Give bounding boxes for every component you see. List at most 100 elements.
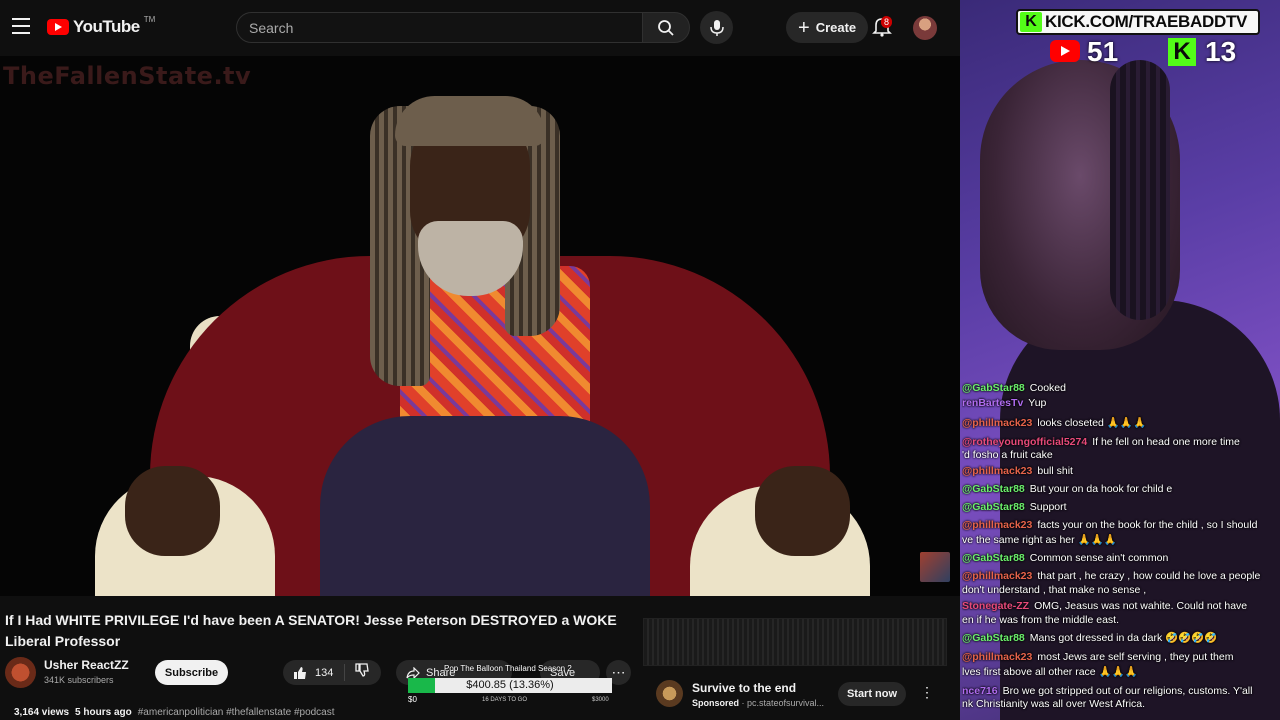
video-description-line[interactable]: 3,164 views 5 hours ago #americanpoliticia… bbox=[14, 707, 335, 718]
youtube-viewer-count: 51 bbox=[1087, 36, 1119, 67]
streamer-hair bbox=[1110, 60, 1170, 320]
create-button[interactable]: + Create bbox=[786, 12, 869, 43]
chat-username: @phillmack23 bbox=[962, 570, 1033, 582]
like-dislike-group: 134 bbox=[283, 660, 381, 685]
chat-message: 'd fosho a fruit cake bbox=[962, 449, 1280, 462]
chat-username: @GabStar88 bbox=[962, 483, 1025, 495]
video-hashtags[interactable]: #americanpolitician #thefallenstate #pod… bbox=[138, 707, 335, 718]
goal-progress-bar: $400.85 (13.36%) bbox=[408, 678, 612, 693]
like-button[interactable]: 134 bbox=[283, 664, 345, 681]
chat-text: looks closeted 🙏🙏🙏 bbox=[1037, 417, 1147, 429]
youtube-header: YouTube TM Search + Create 8 bbox=[0, 0, 960, 56]
view-count: 3,164 views bbox=[14, 707, 70, 718]
ad-logo[interactable] bbox=[656, 680, 683, 707]
chat-text: bull shit bbox=[1037, 465, 1073, 477]
chat-overlay: @GabStar88 Cooked renBartesTv Yup @phillmack… bbox=[962, 380, 1280, 720]
chat-text: But your on da hook for child e bbox=[1029, 483, 1173, 495]
chat-message: @phillmack23 that part , he crazy , how c… bbox=[962, 570, 1280, 583]
like-count: 134 bbox=[315, 666, 334, 679]
scene-hand-right bbox=[755, 466, 850, 556]
video-watermark: TheFallenState.tv bbox=[3, 62, 252, 90]
ad-banner-image[interactable] bbox=[643, 618, 947, 666]
menu-icon[interactable] bbox=[12, 18, 30, 36]
ad-start-now-button[interactable]: Start now bbox=[838, 682, 906, 706]
goal-amount: $400.85 (13.36%) bbox=[466, 679, 554, 691]
kick-logo-icon: K bbox=[1020, 12, 1042, 32]
chat-message: en if he was from the middle east. bbox=[962, 614, 1280, 627]
youtube-logo-tm: TM bbox=[143, 14, 156, 24]
goal-title: Pop The Balloon Thailand Season 2 bbox=[444, 664, 572, 673]
chat-text: nk Christianity was all over West Africa… bbox=[962, 698, 1146, 710]
chat-text: Bro we got stripped out of our religions… bbox=[1002, 685, 1253, 697]
chat-message: @GabStar88 Support bbox=[962, 501, 1280, 514]
channel-name[interactable]: Usher ReactZZ bbox=[44, 658, 129, 672]
youtube-logo[interactable]: YouTube TM bbox=[47, 14, 156, 37]
chat-message: nk Christianity was all over West Africa… bbox=[962, 698, 1280, 711]
chat-username: nce716 bbox=[962, 685, 998, 697]
chat-message: @GabStar88 But your on da hook for child … bbox=[962, 483, 1280, 496]
chat-message: lves first above all other race 🙏🙏🙏 bbox=[962, 666, 1280, 679]
chat-text: facts your on the book for the child , s… bbox=[1037, 519, 1258, 531]
goal-days-label: 16 DAYS TO GO bbox=[482, 697, 528, 703]
chat-message: @phillmack23 looks closeted 🙏🙏🙏 bbox=[962, 417, 1280, 430]
chat-username: Stonegate-ZZ bbox=[962, 600, 1030, 612]
video-title: If I Had WHITE PRIVILEGE I'd have been A… bbox=[5, 612, 617, 649]
account-avatar[interactable] bbox=[913, 16, 937, 40]
chat-text: OMG, Jeasus was not wahite. Could not ha… bbox=[1034, 600, 1248, 612]
youtube-logo-text: YouTube bbox=[73, 17, 140, 36]
video-corner-thumbnail[interactable] bbox=[920, 552, 950, 582]
chat-username: @phillmack23 bbox=[962, 417, 1033, 429]
youtube-viewers-icon bbox=[1050, 40, 1080, 62]
chat-username: @phillmack23 bbox=[962, 651, 1033, 663]
ad-sponsor-line: Sponsored · pc.stateofsurvival... bbox=[692, 698, 825, 708]
share-icon bbox=[406, 666, 420, 679]
chat-text: Support bbox=[1029, 501, 1067, 513]
youtube-window: YouTube TM Search + Create 8 TheFallenSt… bbox=[0, 0, 960, 720]
voice-search-button[interactable] bbox=[700, 11, 733, 44]
kick-viewers-icon: K bbox=[1168, 38, 1196, 66]
chat-message: Stonegate-ZZ OMG, Jeasus was not wahite. … bbox=[962, 600, 1280, 613]
goal-min-label: $0 bbox=[408, 695, 417, 704]
chat-username: @GabStar88 bbox=[962, 552, 1025, 564]
thumbs-down-icon bbox=[355, 663, 369, 677]
ad-domain: pc.stateofsurvival... bbox=[747, 698, 825, 708]
dislike-button[interactable] bbox=[345, 663, 369, 682]
chat-message: @phillmack23 bull shit bbox=[962, 465, 1280, 478]
chat-username: @rotheyoungofficial5274 bbox=[962, 436, 1088, 448]
chat-text: 'd fosho a fruit cake bbox=[962, 449, 1053, 461]
chat-text: most Jews are self serving , they put th… bbox=[1037, 651, 1234, 663]
subscribe-button[interactable]: Subscribe bbox=[155, 660, 228, 685]
create-label: Create bbox=[815, 20, 857, 35]
search-icon bbox=[658, 19, 674, 36]
chat-text: en if he was from the middle east. bbox=[962, 614, 1119, 626]
chat-username: @GabStar88 bbox=[962, 501, 1025, 513]
channel-avatar[interactable] bbox=[5, 657, 36, 688]
chat-text: Mans got dressed in da dark 🤣🤣🤣🤣 bbox=[1029, 632, 1218, 644]
ad-title[interactable]: Survive to the end bbox=[692, 681, 796, 695]
chat-text: Yup bbox=[1028, 397, 1047, 409]
search-input[interactable]: Search bbox=[236, 12, 642, 43]
video-player[interactable]: TheFallenState.tv bbox=[0, 56, 960, 596]
search-button[interactable] bbox=[642, 12, 690, 43]
plus-icon: + bbox=[798, 16, 810, 39]
ad-more-icon[interactable]: ⋮ bbox=[920, 684, 934, 701]
chat-message: don't understand , that make no sense , bbox=[962, 584, 1280, 597]
chat-message: @GabStar88 Common sense ain't common bbox=[962, 552, 1280, 565]
chat-username: @phillmack23 bbox=[962, 465, 1033, 477]
kick-url-text: KICK.COM/TRAEBADDTV bbox=[1045, 12, 1248, 31]
chat-message: nce716 Bro we got stripped out of our rel… bbox=[962, 685, 1280, 698]
goal-max-label: $3000 bbox=[592, 697, 609, 703]
channel-subscribers: 341K subscribers bbox=[44, 675, 114, 685]
chat-message: @phillmack23 facts your on the book for t… bbox=[962, 519, 1280, 532]
chat-username: @GabStar88 bbox=[962, 382, 1025, 394]
chat-message: @GabStar88 Cooked bbox=[962, 382, 1280, 395]
scene-person-pants bbox=[320, 416, 650, 596]
chat-text: that part , he crazy , how could he love… bbox=[1037, 570, 1261, 582]
chat-username: renBartesTv bbox=[962, 397, 1024, 409]
chat-text: Cooked bbox=[1029, 382, 1066, 394]
scene-hair-top bbox=[395, 96, 545, 146]
ad-sponsored-label: Sponsored bbox=[692, 698, 740, 708]
upload-age: 5 hours ago bbox=[75, 707, 132, 718]
chat-text: lves first above all other race 🙏🙏🙏 bbox=[962, 666, 1138, 678]
thumbs-up-icon bbox=[294, 666, 306, 679]
